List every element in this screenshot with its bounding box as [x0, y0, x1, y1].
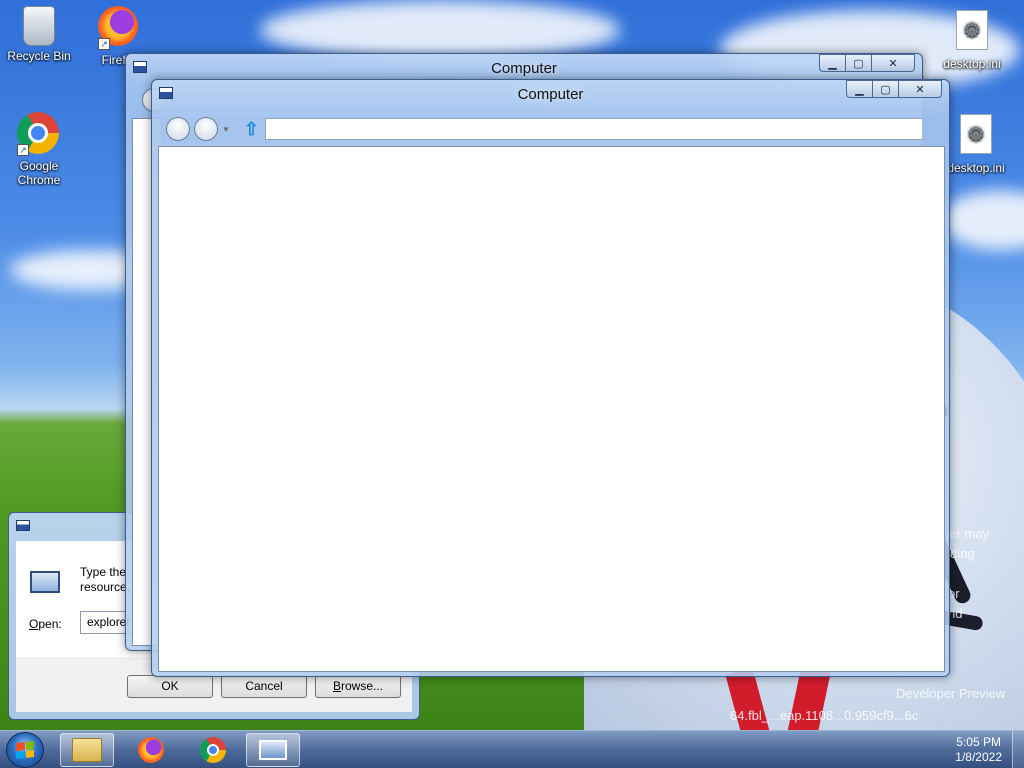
desktop-icon-desktop-ini[interactable]: desktop.ini — [940, 114, 1012, 175]
desktop-icon-chrome[interactable]: ↗ Google Chrome — [3, 112, 75, 187]
browse-button[interactable]: Browse... — [315, 675, 401, 698]
window-title: Computer — [491, 60, 557, 77]
maximize-button[interactable]: ▢ — [872, 80, 898, 98]
open-label: Open: — [29, 617, 62, 631]
ok-button[interactable]: OK — [127, 675, 213, 698]
back-button[interactable] — [166, 117, 190, 141]
desktop-icon-recycle-bin[interactable]: Recycle Bin — [3, 6, 75, 63]
cloud — [260, 0, 620, 60]
show-desktop-button[interactable] — [1012, 731, 1024, 768]
taskbar-item-run[interactable] — [246, 733, 300, 767]
windows-logo-icon — [16, 741, 34, 759]
taskbar-item-chrome[interactable] — [186, 733, 240, 767]
desktop-icon-label: Google Chrome — [17, 159, 61, 187]
taskbar-item-firefox[interactable] — [124, 733, 178, 767]
navigation-toolbar: ▼ ⇧ — [166, 116, 923, 142]
window-client-area — [158, 146, 945, 672]
desktop-icon-label: desktop.ini — [943, 57, 1001, 71]
close-button[interactable]: ✕ — [898, 80, 942, 98]
config-file-icon — [956, 10, 988, 50]
watermark-text: nd — [948, 606, 963, 621]
close-button[interactable]: ✕ — [871, 54, 915, 72]
cancel-button[interactable]: Cancel — [221, 675, 307, 698]
minimize-button[interactable]: ▁ — [819, 54, 845, 72]
chrome-icon — [200, 737, 226, 763]
desktop-icon-desktop-ini[interactable]: desktop.ini — [936, 10, 1008, 71]
recycle-bin-icon — [23, 6, 55, 46]
build-string: 64.fbl_...eap.1108...0.959cf9...6c — [730, 708, 919, 723]
taskbar: 5:05 PM 1/8/2022 — [0, 730, 1024, 768]
shortcut-arrow-icon: ↗ — [98, 38, 110, 50]
recent-pages-dropdown-icon[interactable]: ▼ — [222, 125, 230, 134]
maximize-button[interactable]: ▢ — [845, 54, 871, 72]
clock-date: 1/8/2022 — [955, 750, 1002, 764]
run-icon — [259, 740, 287, 760]
start-button[interactable] — [6, 732, 44, 768]
window-title: Computer — [517, 86, 584, 103]
computer-window-front: Computer ▁ ▢ ✕ ▼ ⇧ — [151, 79, 950, 677]
build-label: Developer Preview — [896, 686, 1006, 701]
taskbar-item-file-explorer[interactable] — [60, 733, 114, 767]
up-arrow-icon[interactable]: ⇧ — [244, 119, 259, 140]
shortcut-arrow-icon: ↗ — [17, 144, 29, 156]
forward-button[interactable] — [194, 117, 218, 141]
run-icon — [30, 571, 60, 593]
address-bar[interactable] — [265, 118, 923, 140]
desktop-icon-label: Recycle Bin — [7, 49, 71, 63]
watermark-text: ding — [950, 546, 975, 561]
folder-icon — [72, 738, 102, 762]
run-window-icon — [16, 520, 30, 531]
desktop-icon-label: desktop.ini — [947, 161, 1005, 175]
minimize-button[interactable]: ▁ — [846, 80, 872, 98]
system-clock[interactable]: 5:05 PM 1/8/2022 — [955, 735, 1002, 765]
cloud — [940, 190, 1024, 250]
config-file-icon — [960, 114, 992, 154]
clock-time: 5:05 PM — [956, 735, 1001, 749]
firefox-icon — [138, 737, 164, 763]
